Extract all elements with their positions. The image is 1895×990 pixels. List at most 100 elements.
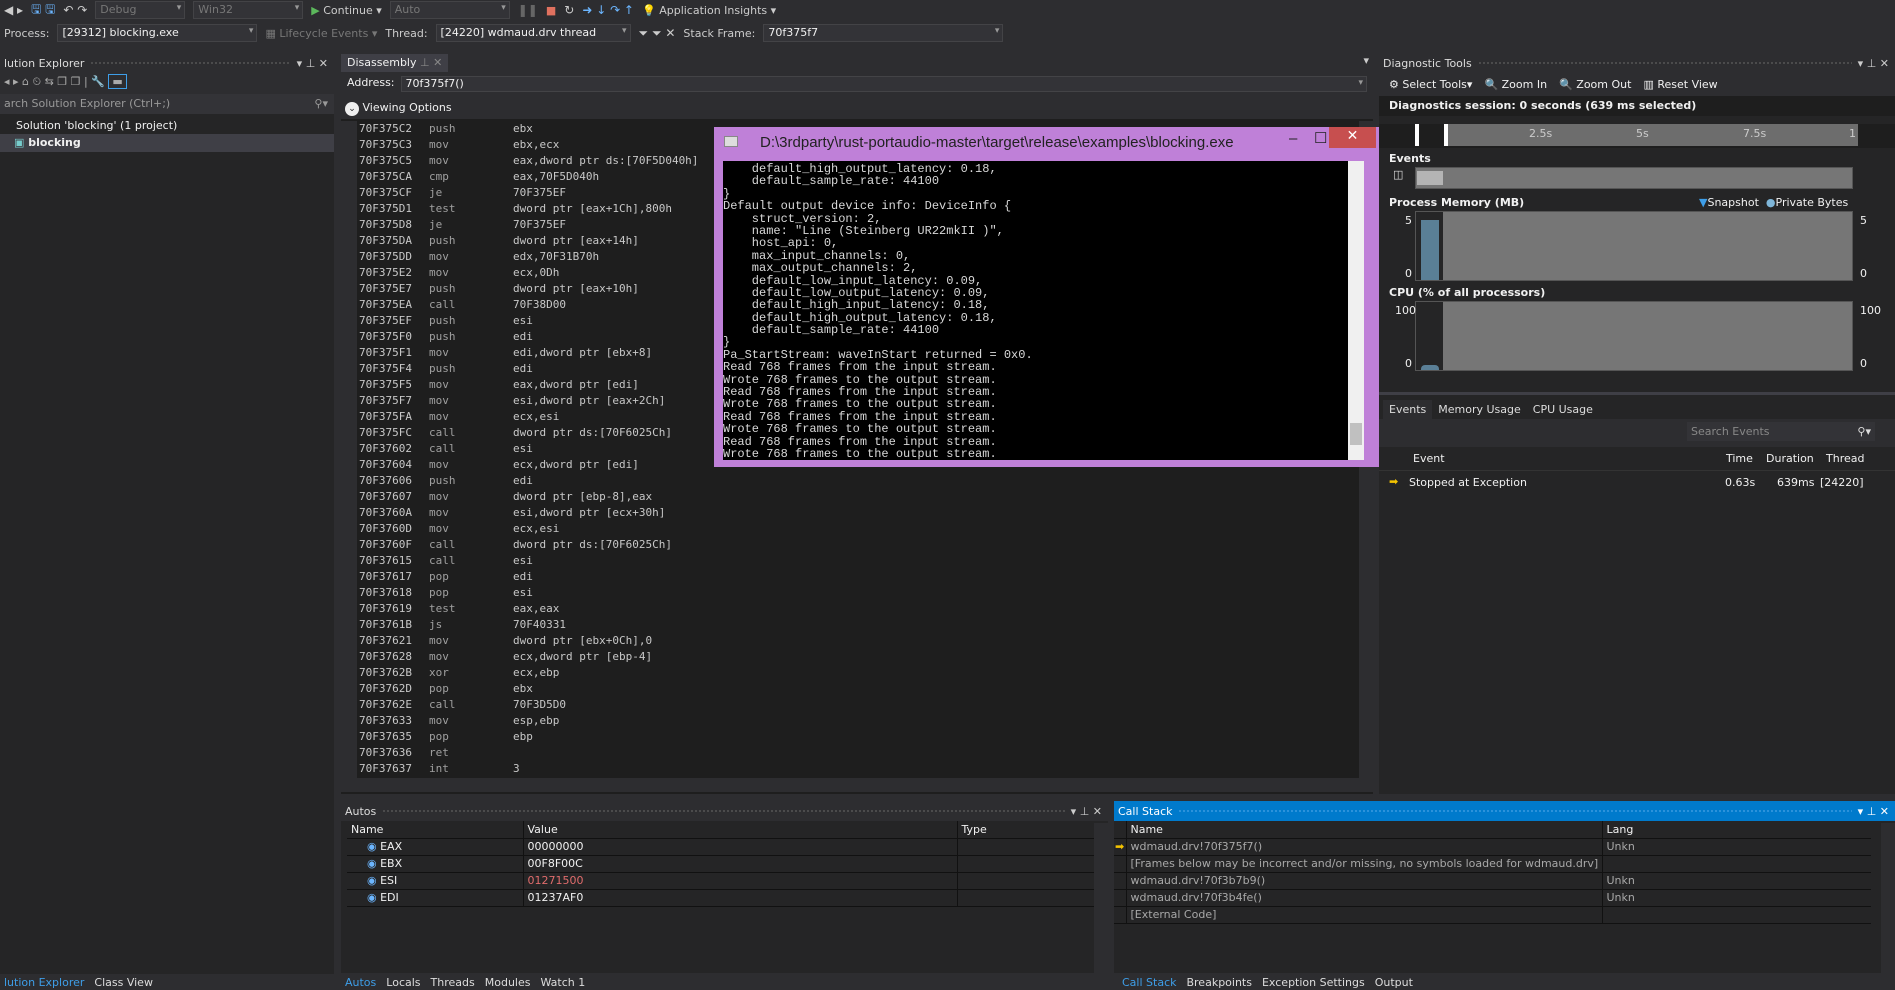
tab-disassembly[interactable]: Disassembly ⊥ ✕	[341, 54, 449, 72]
column-header[interactable]: Duration	[1766, 452, 1814, 465]
callstack-tab[interactable]: Exception Settings	[1262, 976, 1365, 989]
disassembly-line[interactable]: 70F3760F call dword ptr ds:[70F6025Ch]	[341, 537, 1359, 553]
reset-view-button[interactable]: ▥ Reset View	[1643, 78, 1717, 91]
autos-row[interactable]: ◉ EAX 00000000	[347, 838, 1097, 856]
disassembly-line[interactable]: 70F3760D mov ecx,esi	[341, 521, 1359, 537]
tab-cpu-usage[interactable]: CPU Usage	[1527, 400, 1599, 419]
pin-icon[interactable]: ▾ ⊥ ✕	[1858, 57, 1889, 70]
pause-icon[interactable]: ❚❚	[518, 3, 538, 17]
back-icon[interactable]: ◀ ▸	[4, 3, 23, 17]
vertical-scrollbar[interactable]	[1094, 823, 1108, 973]
disassembly-line[interactable]: 70F3760A mov esi,dword ptr [ecx+30h]	[341, 505, 1359, 521]
minimize-button[interactable]: –	[1289, 130, 1297, 147]
search-events-input[interactable]: Search Events ⚲▾	[1687, 422, 1875, 441]
disassembly-line[interactable]: 70F37621 mov dword ptr [ebx+0Ch],0	[341, 633, 1359, 649]
zoom-in-button[interactable]: 🔍 Zoom In	[1484, 78, 1547, 91]
call-stack-frame[interactable]: [Frames below may be incorrect and/or mi…	[1114, 855, 1871, 873]
call-stack-frame[interactable]: ➡ wdmaud.drv!70f375f7() Unkn	[1114, 838, 1871, 856]
disassembly-line[interactable]: 70F37633 mov esp,ebp	[341, 713, 1359, 729]
close-button[interactable]: ✕	[1329, 127, 1376, 148]
disassembly-line[interactable]: 70F37617 pop edi	[341, 569, 1359, 585]
stop-icon[interactable]: ■	[546, 4, 556, 17]
continue-button[interactable]: ▶ Continue ▾	[311, 4, 381, 17]
scroll-thumb[interactable]	[1350, 423, 1362, 445]
step-icons[interactable]: ➜ ↓ ↷ ↑	[582, 3, 634, 17]
tab-class-view[interactable]: Class View	[94, 976, 153, 989]
horizontal-scrollbar[interactable]	[341, 778, 1373, 792]
disassembly-line[interactable]: 70F3762B xor ecx,ebp	[341, 665, 1359, 681]
disassembly-line[interactable]: 70F37619 test eax,eax	[341, 601, 1359, 617]
autos-row[interactable]: ◉ EDI 01237AF0	[347, 889, 1097, 907]
maximize-button[interactable]: ☐	[1314, 129, 1327, 147]
variable-value[interactable]: 00000000	[522, 838, 957, 856]
events-table-row[interactable]: ➡ Stopped at Exception 0.63s 639ms [2422…	[1379, 472, 1895, 492]
home-icon[interactable]: ◂ ▸ ⌂ ⏲ ⇆ ❐ ❐ | 🔧	[4, 75, 105, 88]
disassembly-line[interactable]: 70F37628 mov ecx,dword ptr [ebp-4]	[341, 649, 1359, 665]
memory-chart[interactable]	[1415, 211, 1853, 281]
selection-start-handle[interactable]	[1415, 124, 1419, 146]
tree-item-project[interactable]: ▣ blocking	[0, 134, 334, 152]
column-header[interactable]: Lang	[1601, 821, 1871, 839]
console-window[interactable]: D:\3rdparty\rust-portaudio-master\target…	[714, 127, 1381, 467]
column-header[interactable]: Thread	[1826, 452, 1864, 465]
process-dropdown[interactable]: [29312] blocking.exe	[57, 24, 258, 42]
autos-row[interactable]: ◉ EBX 00F8F00C	[347, 855, 1097, 873]
console-titlebar[interactable]: D:\3rdparty\rust-portaudio-master\target…	[714, 127, 1381, 159]
variable-value[interactable]: 01237AF0	[522, 889, 957, 907]
viewing-options-toggle[interactable]: ⌄ Viewing Options	[341, 96, 1373, 119]
solution-search-input[interactable]: arch Solution Explorer (Ctrl+;) ⚲▾	[0, 94, 334, 114]
tab-menu-icon[interactable]: ▾	[1363, 54, 1369, 67]
restart-icon[interactable]: ↻	[564, 3, 574, 17]
zoom-out-button[interactable]: 🔍 Zoom Out	[1559, 78, 1631, 91]
console-output[interactable]: default_high_output_latency: 0.18, defau…	[723, 161, 1348, 460]
column-header[interactable]: Event	[1413, 452, 1445, 465]
console-scrollbar[interactable]	[1348, 161, 1364, 460]
autos-tab[interactable]: Threads	[431, 976, 475, 989]
address-input[interactable]: 70f375f7()	[400, 76, 1367, 92]
call-stack-frame[interactable]: wdmaud.drv!70f3b4fe() Unkn	[1114, 889, 1871, 907]
callstack-tab[interactable]: Call Stack	[1122, 976, 1176, 989]
disassembly-line[interactable]: 70F37636 ret	[341, 745, 1359, 761]
disassembly-line[interactable]: 70F37607 mov dword ptr [ebp-8],eax	[341, 489, 1359, 505]
variable-value[interactable]: 00F8F00C	[522, 855, 957, 873]
column-header[interactable]: Name	[347, 821, 523, 839]
app-insights-button[interactable]: 💡 Application Insights ▾	[642, 4, 776, 17]
variable-value[interactable]: 01271500	[522, 872, 957, 890]
column-header[interactable]: Name	[1125, 821, 1602, 839]
autos-tab[interactable]: Locals	[386, 976, 420, 989]
config-dropdown[interactable]: Debug	[95, 1, 186, 19]
thread-dropdown[interactable]: [24220] wdmaud.drv thread	[435, 24, 631, 42]
events-track[interactable]	[1415, 167, 1853, 189]
pin-icon[interactable]: ▾ ⊥ ✕	[297, 57, 328, 70]
call-stack-frame[interactable]: [External Code]	[1114, 906, 1871, 924]
selection-end-handle[interactable]	[1444, 124, 1448, 146]
autos-tab[interactable]: Autos	[345, 976, 376, 989]
disassembly-line[interactable]: 70F37618 pop esi	[341, 585, 1359, 601]
autos-row[interactable]: ◉ ESI 01271500	[347, 872, 1097, 890]
auto-dropdown[interactable]: Auto	[389, 1, 510, 19]
disassembly-line[interactable]: 70F3761B js 70F40331	[341, 617, 1359, 633]
disassembly-line[interactable]: 70F37635 pop ebp	[341, 729, 1359, 745]
callstack-tab[interactable]: Output	[1375, 976, 1413, 989]
disassembly-line[interactable]: 70F3762E call 70F3D5D0	[341, 697, 1359, 713]
disassembly-line[interactable]: 70F37615 call esi	[341, 553, 1359, 569]
save-icon[interactable]: 🖫 🖫	[31, 0, 55, 21]
column-header[interactable]: Time	[1726, 452, 1753, 465]
select-tools-button[interactable]: ⚙ Select Tools▾	[1389, 78, 1472, 91]
disassembly-line[interactable]: 70F3762D pop ebx	[341, 681, 1359, 697]
lifecycle-events-button[interactable]: ▦ Lifecycle Events ▾	[265, 27, 377, 40]
pin-icon[interactable]: ▾ ⊥ ✕	[1858, 805, 1889, 818]
autos-tab[interactable]: Modules	[485, 976, 531, 989]
tab-solution-explorer[interactable]: lution Explorer	[4, 976, 84, 989]
tab-memory-usage[interactable]: Memory Usage	[1432, 400, 1527, 419]
stack-frame-dropdown[interactable]: 70f375f7	[763, 24, 1004, 42]
column-header[interactable]: Type	[956, 821, 1097, 839]
call-stack-frame[interactable]: wdmaud.drv!70f3b7b9() Unkn	[1114, 872, 1871, 890]
column-header[interactable]: Value	[522, 821, 957, 839]
tree-item-solution[interactable]: Solution 'blocking' (1 project)	[0, 116, 334, 134]
timeline-ruler[interactable]: 2.5s 5s 7.5s 1	[1379, 124, 1895, 148]
cpu-chart[interactable]	[1415, 301, 1853, 371]
tab-events[interactable]: Events	[1383, 399, 1433, 419]
break-event-marker[interactable]	[1417, 171, 1443, 185]
pin-icon[interactable]: ▾ ⊥ ✕	[1071, 805, 1102, 818]
